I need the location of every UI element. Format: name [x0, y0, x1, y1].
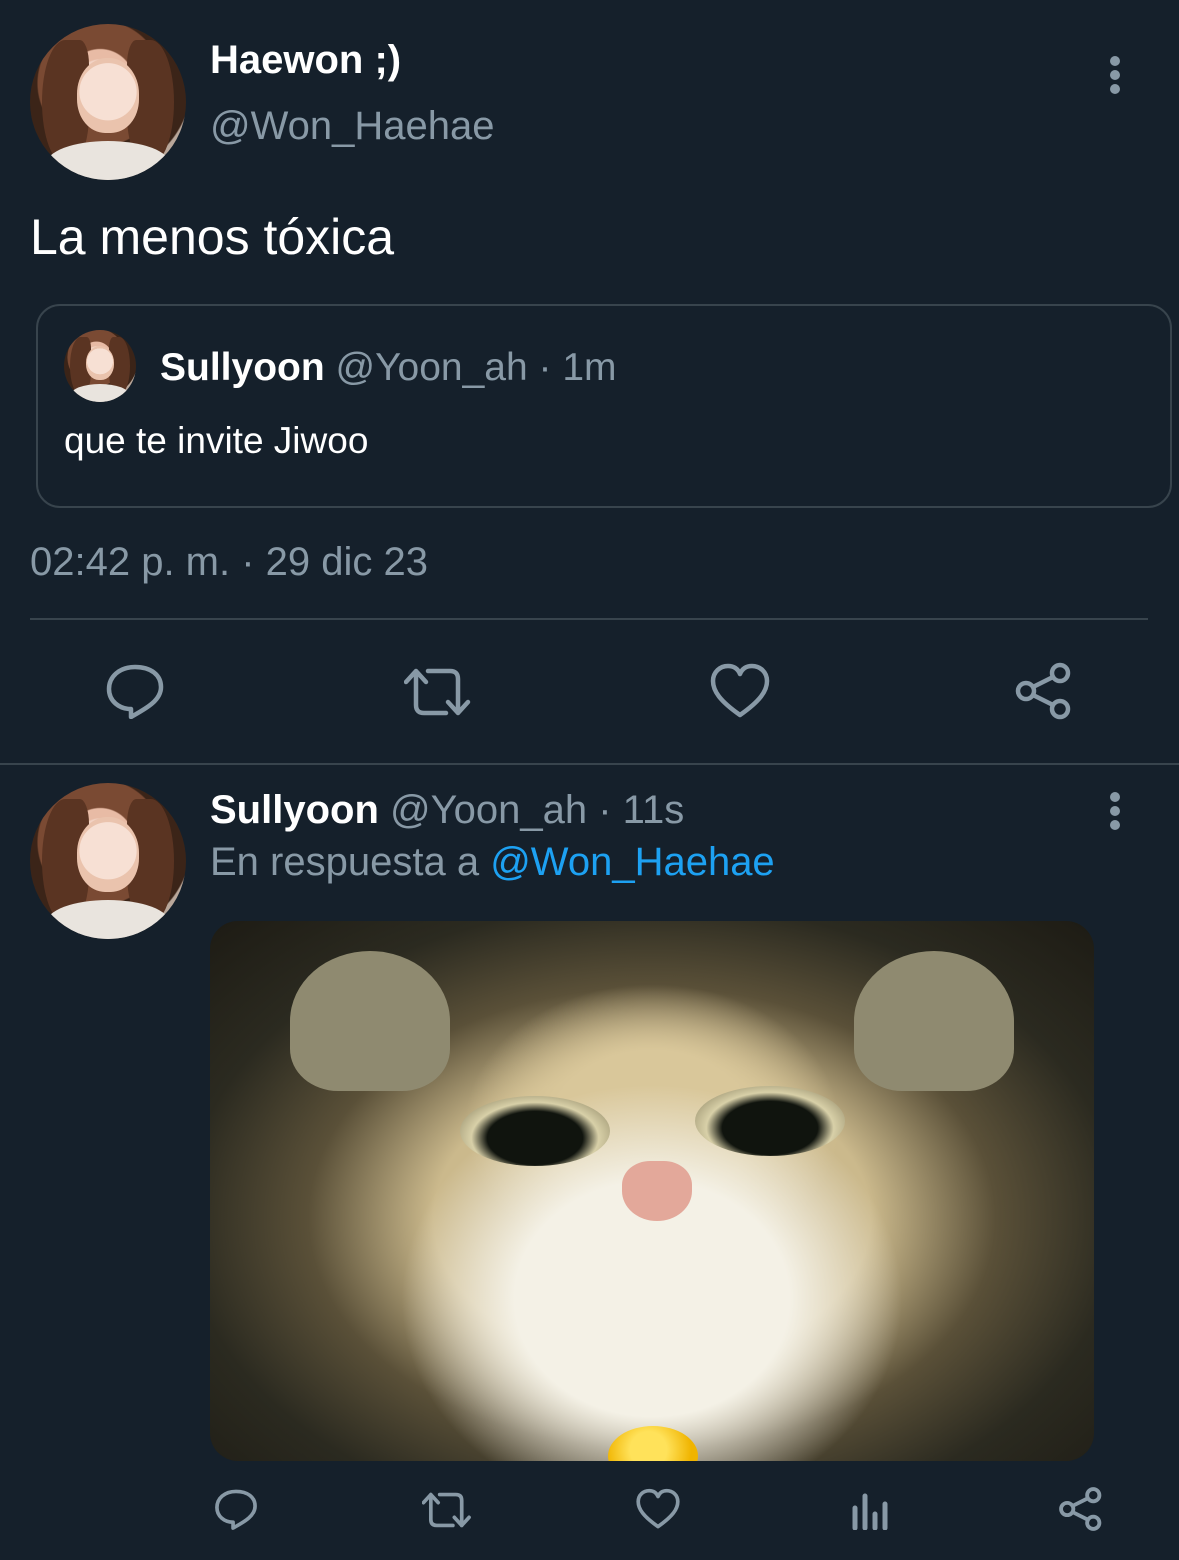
- divider: [30, 618, 1148, 620]
- like-icon[interactable]: [710, 663, 770, 719]
- quoted-display-name: Sullyoon: [160, 346, 325, 389]
- tweet-media-image[interactable]: [210, 921, 1094, 1461]
- thread-divider: [0, 763, 1179, 765]
- share-icon[interactable]: [1014, 662, 1074, 720]
- reply-to-link[interactable]: @Won_Haehae: [490, 840, 775, 884]
- author-avatar[interactable]: [30, 24, 186, 180]
- reply-icon[interactable]: [105, 663, 165, 719]
- tweet-text: La menos tóxica: [30, 209, 395, 265]
- reply-handle[interactable]: @Yoon_ah: [390, 788, 587, 832]
- reply-action-reply-icon[interactable]: [214, 1488, 258, 1530]
- quoted-text: que te invite Jiwoo: [64, 420, 369, 461]
- reply-action-retweet-icon[interactable]: [422, 1490, 472, 1530]
- more-vertical-icon[interactable]: [1100, 55, 1130, 95]
- quoted-handle: @Yoon_ah: [335, 346, 528, 389]
- reply-prefix: En respuesta a: [210, 840, 480, 884]
- tweet-timestamp[interactable]: 02:42 p. m. · 29 dic 23: [30, 540, 428, 585]
- reply-action-share-icon[interactable]: [1058, 1486, 1104, 1532]
- retweet-icon[interactable]: [404, 665, 472, 719]
- reply-more-vertical-icon[interactable]: [1100, 791, 1130, 831]
- reply-author-avatar[interactable]: [30, 783, 186, 939]
- reply-action-analytics-icon[interactable]: [850, 1490, 890, 1530]
- quoted-time: · 1m: [538, 346, 617, 389]
- reply-time: · 11s: [598, 788, 685, 832]
- reply-action-like-icon[interactable]: [636, 1488, 680, 1530]
- author-display-name[interactable]: Haewon ;): [210, 38, 401, 83]
- quoted-author-avatar: [64, 330, 136, 402]
- quoted-tweet-card[interactable]: Sullyoon @Yoon_ah · 1m que te invite Jiw…: [36, 304, 1172, 508]
- author-handle[interactable]: @Won_Haehae: [210, 104, 495, 149]
- reply-display-name[interactable]: Sullyoon: [210, 788, 379, 832]
